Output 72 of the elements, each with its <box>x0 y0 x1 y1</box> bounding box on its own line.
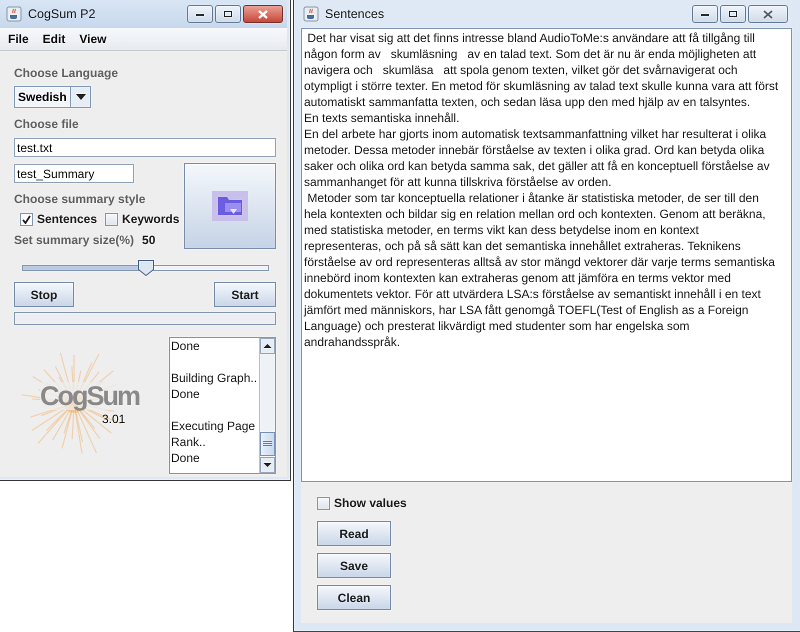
open-folder-button[interactable] <box>184 163 276 249</box>
checkbox-label: Keywords <box>122 212 180 226</box>
checkbox-label: Sentences <box>37 212 98 226</box>
logo-text: CogSum <box>40 382 139 410</box>
text-line: jämfört med människors, har LSA fått genomgå TOEFL(Test of English as a Foreign <box>304 302 750 318</box>
maximize-button[interactable] <box>720 5 746 23</box>
checkbox-label: Show values <box>334 496 407 510</box>
maximize-button[interactable] <box>215 5 241 23</box>
menu-item[interactable]: File <box>8 32 29 46</box>
log-line: Executing Page <box>171 418 256 434</box>
minimize-button[interactable] <box>692 5 718 23</box>
text-line: sammanhanget för att kunna tillskriva förståelse av orden. <box>304 174 612 190</box>
size-value: 50 <box>142 233 156 247</box>
menu-item[interactable]: Edit <box>42 32 66 46</box>
window-title: Sentences <box>325 7 384 21</box>
text-line: dokumentets vektor. För att utvärdera LSA:s förståelse av semantiskt innehåll i en text <box>304 286 762 302</box>
maximize-icon <box>728 10 738 18</box>
close-button[interactable] <box>748 5 788 23</box>
text-line: otympligt i större texter. En metod för skumläsning av talad text skulle kunna vara att först <box>304 78 780 94</box>
menu-item[interactable]: View <box>79 32 106 46</box>
action-button[interactable]: Start <box>214 282 276 307</box>
text-line: Language) och presterat likvärdigt med studenter som har engelska som <box>304 318 691 334</box>
folder-icon <box>212 191 248 221</box>
minimize-icon <box>700 11 710 17</box>
language-dropdown[interactable]: Swedish <box>14 86 91 108</box>
log-line: Rank.. <box>171 434 207 450</box>
text-line: Metoder som tar konceptuella relationer i åtanke är statistiska metoder, de ser till den <box>306 190 760 206</box>
text-line: hela kontexten och bildar sig en relation mellan ord och kontexten. Genom att beräkna, <box>304 206 767 222</box>
checkbox[interactable] <box>20 212 33 226</box>
action-button[interactable]: Save <box>317 553 391 578</box>
log-line: Done <box>171 450 201 466</box>
log-line: Building Graph.. <box>171 370 258 386</box>
text-line: förståelse av ord representeras alltså av stor mängd vektorer där varje terms semantiska <box>304 254 776 270</box>
text-line: andrahandsspråk. <box>304 334 402 350</box>
log-line: Done <box>171 386 201 402</box>
version-label: 3.01 <box>102 412 126 426</box>
maximize-icon <box>223 10 233 18</box>
action-button[interactable]: Stop <box>14 282 74 307</box>
file-label: Choose file <box>14 117 80 131</box>
log-line: Done <box>171 338 201 354</box>
text-area[interactable] <box>301 28 792 482</box>
caret-icon <box>76 94 86 100</box>
file-field[interactable]: test.txt <box>14 138 276 157</box>
text-line: innebörd inom kontexten kan extraheras genom att jämföra en terms vektor med <box>304 270 732 286</box>
action-button[interactable]: Clean <box>317 585 391 610</box>
checkbox[interactable] <box>105 212 118 226</box>
style-label: Choose summary style <box>14 192 146 206</box>
close-icon <box>762 10 774 18</box>
close-icon <box>257 10 269 18</box>
text-line: med statistiska metoder, en terms vikt kan dess betydelse inom en kontext <box>304 222 700 238</box>
size-label: Set summary size(%) <box>14 233 134 247</box>
minimize-button[interactable] <box>187 5 213 23</box>
text-line: metoder. Dessa metoder innebär förståelse av texten i olika grad. Ord kan betyda olika <box>304 142 766 158</box>
language-label: Choose Language <box>14 66 120 80</box>
close-button[interactable] <box>243 5 283 23</box>
coffee-cup-icon <box>6 6 22 22</box>
text-line: någon form av skumläsning av en talad text. Som det är nu är enda möjligheten att <box>304 46 758 62</box>
text-line: navigera och skumläsa att spola genom texten, vilket gör det svårnavigerat och <box>304 62 739 78</box>
scroll-bar[interactable] <box>259 338 275 473</box>
slider-thumb[interactable] <box>136 259 154 277</box>
text-line: saker och olika ord kan betyda samma sak, det gäller att få en konceptuell förståelse av <box>304 158 771 174</box>
text-line: Det har visat sig att det finns intresse bland AudioToMe:s användare att få tillgång till <box>306 30 756 46</box>
text-line: En del arbete har gjorts inom automatisk textsammanfattning vilket har resulterat i olika <box>304 126 768 142</box>
summary-size-slider[interactable] <box>22 259 269 277</box>
checkbox[interactable] <box>317 496 330 510</box>
output-field[interactable]: test_Summary <box>14 164 134 183</box>
text-line: En texts semantiska innehåll. <box>304 110 460 126</box>
window-title: CogSum P2 <box>28 7 96 21</box>
action-button[interactable]: Read <box>317 521 391 546</box>
text-line: representeras, och på så sätt kan det semantiska innehållet extraheras. Teknikens <box>304 238 742 254</box>
minimize-icon <box>195 11 205 17</box>
text-line: automatiskt sammanfatta texten, och sedan läsa upp den med hjälp av en talsyntes. <box>304 94 752 110</box>
